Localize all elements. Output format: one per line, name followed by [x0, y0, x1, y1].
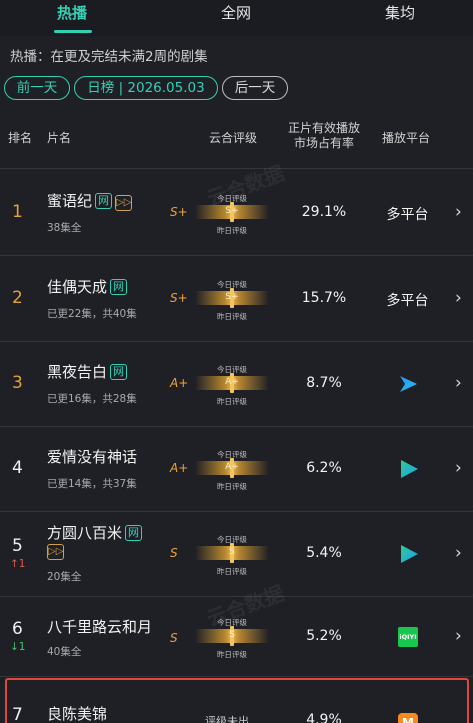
rank-number: 3	[12, 373, 23, 393]
rank-number: 5	[12, 536, 23, 556]
yesterday-grade-label: 昨日评级	[217, 650, 247, 659]
rank-number: 1	[12, 202, 23, 222]
drama-title-text: 爱情没有神话	[47, 448, 138, 466]
yesterday-grade-label: 昨日评级	[217, 226, 247, 235]
drama-title-text: 佳偶天成	[47, 278, 108, 296]
tab-episode-average[interactable]: 集均	[340, 2, 460, 23]
episode-info: 已更22集，共40集	[47, 308, 137, 320]
network-badge: 网	[95, 193, 113, 209]
grade-bar: 今日评级 S+ 昨日评级	[195, 277, 269, 323]
play-badge-icon: ▷▷	[47, 544, 64, 560]
highlight-frame	[5, 678, 469, 723]
drama-title-text: 黑夜告白	[47, 363, 108, 381]
drama-title: 爱情没有神话	[47, 446, 137, 467]
network-badge: 网	[125, 525, 143, 541]
grade-label: S	[170, 631, 178, 645]
table-row[interactable]: 2 佳偶天成网 已更22集，共40集 S+ 今日评级 S+ 昨日评级 15.7%…	[0, 255, 473, 341]
iqiyi-icon: iQIYI	[398, 627, 418, 647]
rank-number: 2	[12, 288, 23, 308]
grade-mid-text: S+	[225, 292, 239, 302]
chevron-right-icon[interactable]: ›	[455, 373, 462, 393]
drama-title-text: 方圆八百米	[47, 524, 123, 542]
drama-title-text: 八千里路云和月	[47, 618, 153, 636]
episode-info: 40集全	[47, 646, 82, 658]
market-share: 15.7%	[301, 290, 347, 306]
tencent-video-icon	[401, 545, 418, 563]
market-share: 6.2%	[306, 460, 342, 476]
episode-info: 已更16集，共28集	[47, 393, 137, 405]
grade-label: S+	[170, 205, 188, 219]
top-tab-bar: 热播 全网 集均	[0, 0, 473, 36]
chevron-right-icon[interactable]: ›	[455, 543, 462, 563]
yesterday-grade-label: 昨日评级	[217, 567, 247, 576]
yesterday-grade-label: 昨日评级	[217, 312, 247, 321]
episode-info: 38集全	[47, 222, 82, 234]
yesterday-grade-label: 昨日评级	[217, 482, 247, 491]
table-header: 排名 片名 云合评级 正片有效播放 市场占有率 播放平台	[0, 114, 473, 164]
chevron-right-icon[interactable]: ›	[455, 288, 462, 308]
drama-title: 佳偶天成网	[47, 276, 128, 297]
chevron-right-icon[interactable]: ›	[455, 458, 462, 478]
tab-all-network[interactable]: 全网	[176, 2, 296, 23]
yesterday-grade-label: 昨日评级	[217, 397, 247, 406]
prev-day-button[interactable]: 前一天	[4, 76, 70, 100]
grade-label: S+	[170, 291, 188, 305]
table-row[interactable]: 5 ↑1 方圆八百米网 ▷▷ 20集全 S 今日评级 S 昨日评级 5.4% ›	[0, 511, 473, 596]
market-share: 8.7%	[306, 375, 342, 391]
rank-change-up: ↑1	[10, 558, 26, 570]
grade-mid-text: A+	[225, 377, 239, 387]
table-row[interactable]: 4 爱情没有神话 已更14集，共37集 A+ 今日评级 A+ 昨日评级 6.2%…	[0, 426, 473, 511]
grade-label: A+	[170, 376, 189, 390]
drama-title: 蜜语纪网 ▷▷	[47, 190, 133, 211]
header-market-share: 正片有效播放 市场占有率	[283, 121, 365, 151]
header-rating: 云合评级	[208, 131, 257, 145]
header-name: 片名	[47, 131, 72, 145]
grade-bar: 今日评级 A+ 昨日评级	[195, 362, 269, 408]
grade-label: A+	[170, 461, 189, 475]
grade-mid-text: A+	[225, 462, 239, 472]
network-badge: 网	[110, 279, 128, 295]
header-share-line2: 市场占有率	[293, 136, 354, 150]
market-share: 5.4%	[306, 545, 342, 561]
tab-hot[interactable]: 热播	[12, 2, 132, 23]
iqiyi-icon-text: iQIYI	[399, 633, 417, 641]
grade-mid-text: S+	[225, 206, 239, 216]
active-tab-indicator	[54, 30, 92, 33]
tencent-video-icon	[401, 460, 418, 478]
chevron-right-icon[interactable]: ›	[455, 626, 462, 646]
grade-mid-text: S	[229, 630, 235, 640]
drama-title: 八千里路云和月	[47, 616, 152, 637]
rank-change-down: ↓1	[10, 641, 26, 653]
platform-label: 多平台	[386, 207, 429, 223]
episode-info: 20集全	[47, 571, 82, 583]
drama-title-text: 蜜语纪	[47, 192, 93, 210]
platform-label: 多平台	[386, 293, 429, 309]
grade-mid-text: S	[229, 547, 235, 557]
chevron-right-icon[interactable]: ›	[455, 202, 462, 222]
date-selector[interactable]: 日榜 | 2026.05.03	[74, 76, 218, 100]
market-share: 5.2%	[306, 628, 342, 644]
header-platform: 播放平台	[382, 131, 431, 145]
table-row[interactable]: 3 黑夜告白网 已更16集，共28集 A+ 今日评级 A+ 昨日评级 8.7% …	[0, 341, 473, 426]
rank-number: 6	[12, 619, 23, 639]
youku-icon	[400, 376, 417, 392]
market-share: 29.1%	[301, 204, 347, 220]
network-badge: 网	[110, 364, 128, 380]
episode-info: 已更14集，共37集	[47, 478, 137, 490]
next-day-button[interactable]: 后一天	[222, 76, 288, 100]
drama-title: 黑夜告白网	[47, 361, 128, 382]
header-share-line1: 正片有效播放	[287, 121, 360, 135]
header-rank: 排名	[8, 131, 33, 145]
grade-bar: 今日评级 A+ 昨日评级	[195, 447, 269, 493]
drama-title: 方圆八百米网	[47, 522, 143, 543]
grade-bar: 今日评级 S 昨日评级	[195, 532, 269, 578]
rank-number: 4	[12, 458, 23, 478]
list-description: 热播：在更及完结未满2周的剧集	[10, 49, 208, 65]
play-badge-icon: ▷▷	[115, 195, 133, 211]
grade-label: S	[170, 546, 178, 560]
